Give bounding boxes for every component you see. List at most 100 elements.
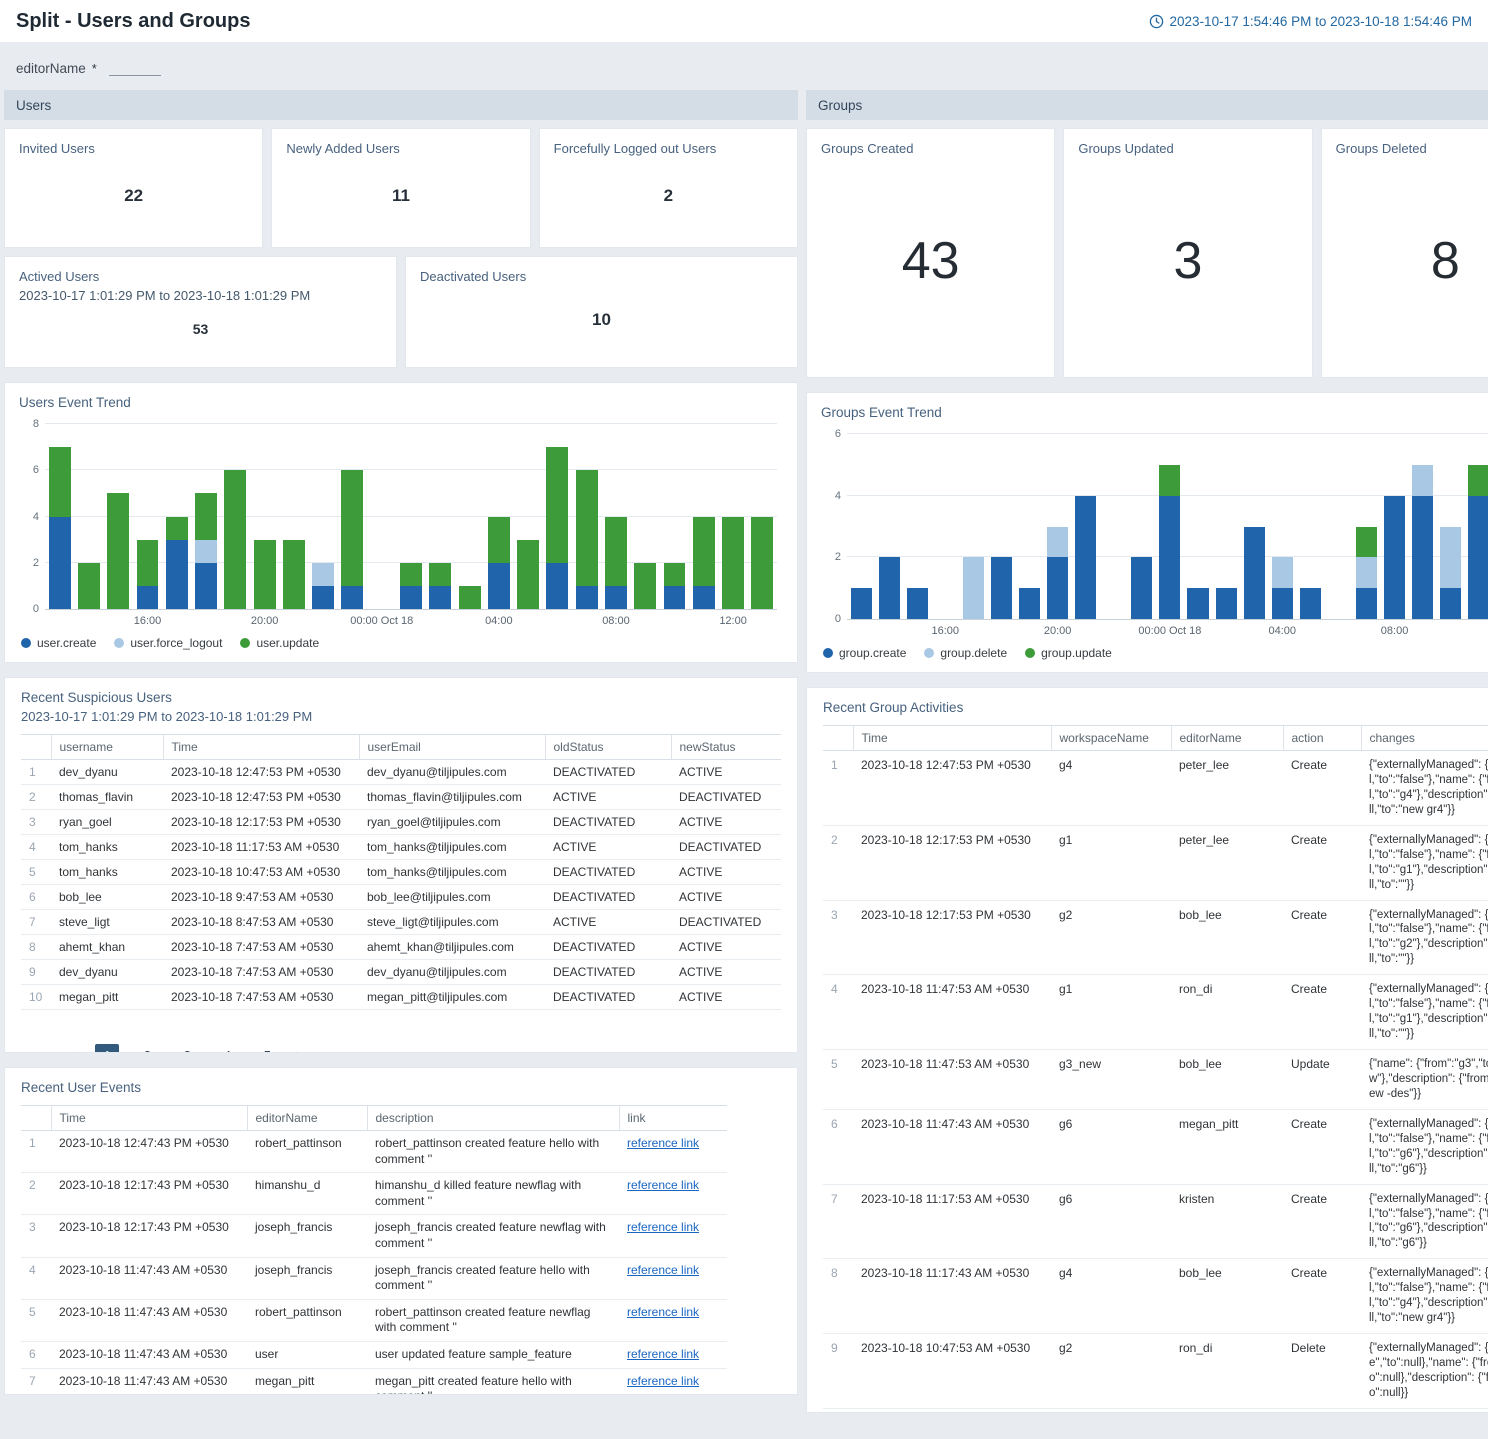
bar-segment[interactable]	[137, 586, 159, 609]
bar-segment[interactable]	[576, 470, 598, 586]
bar-segment[interactable]	[459, 586, 481, 609]
bar-segment[interactable]	[312, 563, 334, 586]
reference-link[interactable]: reference link	[627, 1347, 699, 1361]
bar-segment[interactable]	[254, 540, 276, 609]
bar-segment[interactable]	[1075, 496, 1096, 619]
table-cell: 2023-10-18 11:17:43 AM +0530	[853, 1259, 1051, 1334]
bar-segment[interactable]	[517, 540, 539, 609]
link-cell[interactable]: reference link	[619, 1131, 727, 1173]
bar-segment[interactable]	[341, 470, 363, 586]
bar-segment[interactable]	[224, 470, 246, 609]
bar-segment[interactable]	[341, 586, 363, 609]
bar-segment[interactable]	[1159, 465, 1180, 496]
bar-segment[interactable]	[1131, 557, 1152, 619]
bar-segment[interactable]	[78, 563, 100, 609]
reference-link[interactable]: reference link	[627, 1178, 699, 1192]
bar-segment[interactable]	[546, 447, 568, 563]
bar-segment[interactable]	[195, 540, 217, 563]
bar-segment[interactable]	[312, 586, 334, 609]
bar-segment[interactable]	[1047, 557, 1068, 619]
table-row: 12023-10-18 12:47:43 PM +0530robert_patt…	[21, 1131, 727, 1173]
legend-item[interactable]: user.force_logout	[114, 636, 222, 650]
link-cell[interactable]: reference link	[619, 1299, 727, 1341]
bar-segment[interactable]	[49, 517, 71, 610]
link-cell[interactable]: reference link	[619, 1368, 727, 1395]
bar-segment[interactable]	[283, 540, 305, 609]
bar-segment[interactable]	[429, 586, 451, 609]
reference-link[interactable]: reference link	[627, 1305, 699, 1319]
bar-segment[interactable]	[991, 557, 1012, 619]
page-button-1[interactable]: 1	[95, 1044, 119, 1053]
bar-segment[interactable]	[1356, 527, 1377, 558]
bar-segment[interactable]	[1412, 465, 1433, 496]
bar-segment[interactable]	[907, 588, 928, 619]
bar-segment[interactable]	[1440, 527, 1461, 589]
bar-segment[interactable]	[664, 586, 686, 609]
bar-segment[interactable]	[137, 540, 159, 586]
bar-segment[interactable]	[1468, 496, 1488, 619]
bar-segment[interactable]	[693, 586, 715, 609]
link-cell[interactable]: reference link	[619, 1173, 727, 1215]
legend-item[interactable]: user.create	[21, 636, 96, 650]
bar-segment[interactable]	[963, 557, 984, 619]
bar-segment[interactable]	[693, 517, 715, 586]
bar-segment[interactable]	[722, 517, 744, 610]
bar-segment[interactable]	[166, 517, 188, 540]
bar-segment[interactable]	[49, 447, 71, 516]
bar-segment[interactable]	[195, 563, 217, 609]
bar-segment[interactable]	[1047, 527, 1068, 558]
link-cell[interactable]: reference link	[619, 1257, 727, 1299]
bar-segment[interactable]	[107, 493, 129, 609]
bar-segment[interactable]	[1244, 527, 1265, 620]
bar-segment[interactable]	[751, 517, 773, 610]
bar-segment[interactable]	[488, 563, 510, 609]
editor-name-filter-input[interactable]	[109, 58, 161, 76]
bar-segment[interactable]	[1019, 588, 1040, 619]
bar-segment[interactable]	[1412, 496, 1433, 619]
bar-segment[interactable]	[195, 493, 217, 539]
bar-segment[interactable]	[1468, 465, 1488, 496]
legend-item[interactable]: group.create	[823, 646, 906, 660]
legend-item[interactable]: group.delete	[924, 646, 1007, 660]
legend-item[interactable]: group.update	[1025, 646, 1112, 660]
bar-segment[interactable]	[605, 586, 627, 609]
bar-segment[interactable]	[1272, 557, 1293, 588]
prev-page-icon[interactable]: ‹	[73, 1046, 79, 1054]
bar-segment[interactable]	[1272, 588, 1293, 619]
bar-segment[interactable]	[1384, 496, 1405, 619]
reference-link[interactable]: reference link	[627, 1220, 699, 1234]
table-cell: 2023-10-18 12:17:43 PM +0530	[51, 1173, 247, 1215]
legend-item[interactable]: user.update	[240, 636, 319, 650]
bar-segment[interactable]	[634, 563, 656, 609]
bar-segment[interactable]	[1216, 588, 1237, 619]
bar-segment[interactable]	[605, 517, 627, 586]
bar-segment[interactable]	[400, 586, 422, 609]
bar-segment[interactable]	[1440, 588, 1461, 619]
link-cell[interactable]: reference link	[619, 1215, 727, 1257]
page-button-5[interactable]: 5	[255, 1044, 279, 1053]
bar-segment[interactable]	[851, 588, 872, 619]
bar-segment[interactable]	[546, 563, 568, 609]
chart-x-axis: 16:0020:0000:00 Oct 1804:0008:0012:00	[45, 610, 777, 630]
next-page-icon[interactable]: ›	[295, 1046, 301, 1054]
bar-segment[interactable]	[429, 563, 451, 586]
bar-segment[interactable]	[488, 517, 510, 563]
bar-segment[interactable]	[166, 540, 188, 609]
link-cell[interactable]: reference link	[619, 1341, 727, 1368]
page-button-3[interactable]: 3	[175, 1044, 199, 1053]
bar-segment[interactable]	[879, 557, 900, 619]
bar-segment[interactable]	[576, 586, 598, 609]
bar-segment[interactable]	[1356, 588, 1377, 619]
reference-link[interactable]: reference link	[627, 1136, 699, 1150]
reference-link[interactable]: reference link	[627, 1374, 699, 1388]
bar-segment[interactable]	[1300, 588, 1321, 619]
date-range-picker[interactable]: 2023-10-17 1:54:46 PM to 2023-10-18 1:54…	[1149, 14, 1472, 29]
bar-segment[interactable]	[1187, 588, 1208, 619]
bar-segment[interactable]	[664, 563, 686, 586]
bar-segment[interactable]	[400, 563, 422, 586]
page-button-4[interactable]: 4	[215, 1044, 239, 1053]
bar-segment[interactable]	[1159, 496, 1180, 619]
reference-link[interactable]: reference link	[627, 1263, 699, 1277]
page-button-2[interactable]: 2	[135, 1044, 159, 1053]
bar-segment[interactable]	[1356, 557, 1377, 588]
